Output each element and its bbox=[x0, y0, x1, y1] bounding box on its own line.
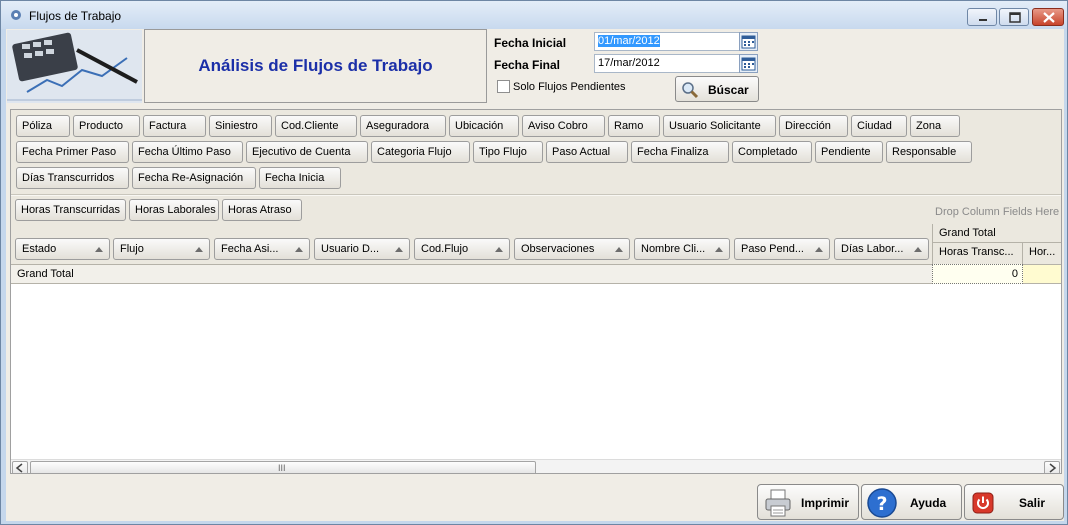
power-icon bbox=[972, 492, 994, 514]
field-ubicacion[interactable]: Ubicación bbox=[449, 115, 519, 137]
field-responsable[interactable]: Responsable bbox=[886, 141, 972, 163]
scroll-left-button[interactable] bbox=[12, 461, 28, 473]
sort-asc-icon bbox=[914, 247, 922, 252]
column-header-horas[interactable]: Hor... bbox=[1023, 243, 1061, 264]
field-producto[interactable]: Producto bbox=[73, 115, 140, 137]
row-field-paso-pendiente[interactable]: Paso Pend... bbox=[734, 238, 830, 260]
minimize-button[interactable] bbox=[967, 8, 997, 26]
data-field-horas-laborales[interactable]: Horas Laborales bbox=[129, 199, 219, 221]
sort-asc-icon bbox=[195, 247, 203, 252]
scrollbar-thumb[interactable]: III bbox=[30, 461, 536, 473]
scroll-right-button[interactable] bbox=[1044, 461, 1060, 473]
calendar-icon bbox=[741, 35, 756, 49]
field-ramo[interactable]: Ramo bbox=[608, 115, 660, 137]
search-icon bbox=[682, 82, 699, 99]
svg-text:?: ? bbox=[876, 493, 887, 515]
window-title: Flujos de Trabajo bbox=[29, 9, 122, 23]
row-field-fecha-asignacion[interactable]: Fecha Asi... bbox=[214, 238, 310, 260]
field-pendiente[interactable]: Pendiente bbox=[815, 141, 883, 163]
field-ciudad[interactable]: Ciudad bbox=[851, 115, 907, 137]
fecha-inicial-calendar-button[interactable] bbox=[739, 32, 758, 51]
title-bar: Flujos de Trabajo bbox=[1, 1, 1067, 29]
field-fecha-primer-paso[interactable]: Fecha Primer Paso bbox=[16, 141, 129, 163]
row-field-area: Estado Flujo Fecha Asi... Usuario D... C… bbox=[11, 234, 1061, 264]
salir-button[interactable]: Salir bbox=[964, 484, 1064, 520]
row-field-nombre-cliente[interactable]: Nombre Cli... bbox=[634, 238, 730, 260]
app-icon bbox=[11, 10, 21, 20]
field-categoria-flujo[interactable]: Categoria Flujo bbox=[371, 141, 470, 163]
client-area: Análisis de Flujos de Trabajo Fecha Inic… bbox=[6, 29, 1064, 521]
ayuda-button[interactable]: ? Ayuda bbox=[861, 484, 962, 520]
data-field-area: Horas Transcurridas Horas Laborales Hora… bbox=[11, 196, 1061, 234]
row-field-dias-laborales[interactable]: Días Labor... bbox=[834, 238, 929, 260]
row-field-estado[interactable]: Estado bbox=[15, 238, 110, 260]
sort-asc-icon bbox=[815, 247, 823, 252]
pivot-grid: Póliza Producto Factura Siniestro Cod.Cl… bbox=[10, 109, 1062, 474]
field-siniestro[interactable]: Siniestro bbox=[209, 115, 272, 137]
row-field-flujo[interactable]: Flujo bbox=[113, 238, 210, 260]
maximize-icon bbox=[1009, 12, 1021, 23]
grand-total-cell[interactable] bbox=[1023, 264, 1061, 284]
column-grand-total-header: Grand Total bbox=[932, 224, 1061, 243]
imprimir-button[interactable]: Imprimir bbox=[757, 484, 859, 520]
fecha-inicial-label: Fecha Inicial bbox=[494, 36, 567, 50]
main-window: Flujos de Trabajo Análisis de Flujos de … bbox=[0, 0, 1068, 525]
field-direccion[interactable]: Dirección bbox=[779, 115, 848, 137]
horizontal-scrollbar[interactable]: III bbox=[11, 459, 1061, 473]
drop-column-fields-hint: Drop Column Fields Here bbox=[935, 206, 1060, 218]
field-fecha-inicia[interactable]: Fecha Inicia bbox=[259, 167, 341, 189]
field-tipo-flujo[interactable]: Tipo Flujo bbox=[473, 141, 543, 163]
sort-asc-icon bbox=[295, 247, 303, 252]
sort-asc-icon bbox=[715, 247, 723, 252]
fecha-final-calendar-button[interactable] bbox=[739, 54, 758, 73]
field-aseguradora[interactable]: Aseguradora bbox=[360, 115, 446, 137]
calendar-icon bbox=[741, 57, 756, 71]
field-fecha-ultimo-paso[interactable]: Fecha Último Paso bbox=[132, 141, 243, 163]
close-icon bbox=[1043, 12, 1055, 23]
field-cod-cliente[interactable]: Cod.Cliente bbox=[275, 115, 357, 137]
printer-icon bbox=[765, 489, 791, 517]
field-factura[interactable]: Factura bbox=[143, 115, 206, 137]
sort-asc-icon bbox=[95, 247, 103, 252]
banner-title-box: Análisis de Flujos de Trabajo bbox=[144, 29, 487, 103]
field-usuario-solicitante[interactable]: Usuario Solicitante bbox=[663, 115, 776, 137]
field-poliza[interactable]: Póliza bbox=[16, 115, 70, 137]
chevron-right-icon bbox=[1049, 463, 1057, 473]
row-field-cod-flujo[interactable]: Cod.Flujo bbox=[414, 238, 510, 260]
help-icon: ? bbox=[867, 488, 897, 518]
column-header-horas-transcurridas[interactable]: Horas Transc... bbox=[932, 243, 1023, 264]
grand-total-cell[interactable]: 0 bbox=[932, 264, 1023, 284]
close-button[interactable] bbox=[1032, 8, 1064, 26]
buscar-button[interactable]: Búscar bbox=[675, 76, 759, 102]
field-paso-actual[interactable]: Paso Actual bbox=[546, 141, 628, 163]
field-zona[interactable]: Zona bbox=[910, 115, 960, 137]
grand-total-row-label: Grand Total bbox=[11, 264, 932, 284]
row-field-observaciones[interactable]: Observaciones bbox=[514, 238, 630, 260]
fecha-final-input[interactable]: 17/mar/2012 bbox=[594, 54, 740, 73]
banner-image bbox=[7, 30, 142, 103]
solo-pendientes-checkbox[interactable] bbox=[497, 80, 510, 93]
field-fecha-finaliza[interactable]: Fecha Finaliza bbox=[631, 141, 729, 163]
field-dias-transcurridos[interactable]: Días Transcurridos bbox=[16, 167, 129, 189]
minimize-icon bbox=[979, 19, 987, 21]
scroll-grip-glyph: III bbox=[278, 463, 286, 473]
sort-asc-icon bbox=[615, 247, 623, 252]
field-completado[interactable]: Completado bbox=[732, 141, 812, 163]
fecha-final-label: Fecha Final bbox=[494, 58, 561, 72]
sort-asc-icon bbox=[495, 247, 503, 252]
banner-title: Análisis de Flujos de Trabajo bbox=[198, 56, 433, 75]
solo-pendientes-label: Solo Flujos Pendientes bbox=[513, 81, 626, 93]
sort-asc-icon bbox=[395, 247, 403, 252]
data-field-horas-atraso[interactable]: Horas Atraso bbox=[222, 199, 302, 221]
maximize-button[interactable] bbox=[999, 8, 1029, 26]
data-field-horas-transcurridas[interactable]: Horas Transcurridas bbox=[15, 199, 126, 221]
field-fecha-reasignacion[interactable]: Fecha Re-Asignación bbox=[132, 167, 256, 189]
field-aviso-cobro[interactable]: Aviso Cobro bbox=[522, 115, 605, 137]
field-ejecutivo-cuenta[interactable]: Ejecutivo de Cuenta bbox=[246, 141, 368, 163]
filter-area: Póliza Producto Factura Siniestro Cod.Cl… bbox=[11, 110, 1061, 194]
fecha-inicial-input[interactable]: 01/mar/2012 bbox=[594, 32, 740, 51]
row-field-usuario[interactable]: Usuario D... bbox=[314, 238, 410, 260]
chevron-left-icon bbox=[15, 463, 23, 473]
